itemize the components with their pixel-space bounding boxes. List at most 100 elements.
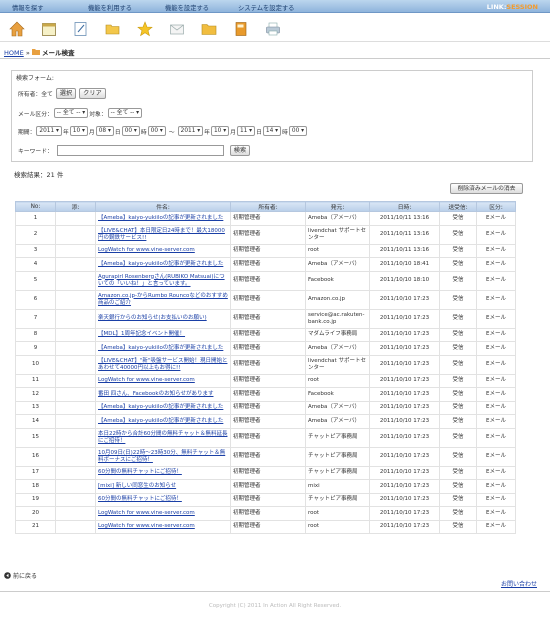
breadcrumb-home-link[interactable]: HOME	[4, 49, 24, 57]
table-row[interactable]: 11 LogWatch for www.vine-server.com 初期管理者 r…	[15, 373, 516, 388]
table-row[interactable]: 19 60分間の無料チャットにご招待！ 初期管理者 チャットピア事務局 2011/10/…	[15, 492, 516, 507]
table-row[interactable]: 7 楽天銀行からのお知らせ(お支払いのお願い) 初期管理者 service@ac.ra…	[15, 308, 516, 329]
cell-category: Eメール	[476, 270, 516, 291]
table-row[interactable]: 14 【Ameba】kaiyo-yukiiloの記事が更新されました 初期管理者 Am…	[15, 414, 516, 429]
table-row[interactable]: 17 60分間の無料チャットにご招待！ 初期管理者 チャットピア事務局 2011/10/…	[15, 465, 516, 480]
page-title: メール検査	[41, 49, 75, 57]
cell-owner: 初期管理者	[230, 341, 306, 356]
subject-link[interactable]: 60分間の無料チャットにご招待！	[98, 496, 182, 502]
subject-link[interactable]: Amazon.co.jp-からRumbo Rouncoなどのおすすめ商品のご紹介	[98, 293, 228, 306]
cell-no: 4	[15, 257, 56, 272]
nav-set-features[interactable]: 機能を設定する	[165, 3, 209, 12]
to-month-select[interactable]: 10 ▾	[210, 126, 230, 136]
subject-link[interactable]: 楽天銀行からのお知らせ(お支払いのお願い)	[98, 315, 207, 321]
nav-search-info[interactable]: 情報を探す	[12, 3, 43, 12]
keyword-input[interactable]	[56, 145, 224, 156]
header-datetime[interactable]: 日時:	[369, 201, 440, 212]
book-icon[interactable]	[233, 21, 249, 37]
unit-day: 日	[256, 129, 262, 136]
subject-link[interactable]: 60分間の無料チャットにご招待！	[98, 469, 182, 475]
subject-link[interactable]: 【LIVE&CHAT】本日限定日24時まで！最大18000円の鋼鉄サービス!!	[98, 228, 225, 241]
home-icon[interactable]	[9, 21, 25, 37]
subject-link[interactable]: 本日22時から合計60分間の無料チャット＆無料延長にご招待！	[98, 431, 227, 444]
mail-type-select[interactable]: -- 全て -- ▾	[53, 108, 89, 118]
owner-clear-button[interactable]: クリア	[79, 88, 106, 99]
subject-link[interactable]: 【Ameba】kaiyo-yukiiloの記事が更新されました	[98, 345, 223, 351]
cell-sender: マダムライフ事務局	[305, 327, 370, 342]
header-attachment[interactable]: 添:	[55, 201, 96, 212]
subject-link[interactable]: 【LIVE&CHAT】"新"吸盤サービス開始！現日開始とあわせて40000円以上…	[98, 358, 227, 371]
subject-link[interactable]: Agurapirl Rosenbergさん(RUBIKO Matsuai)につい…	[98, 274, 225, 287]
folder-open-icon[interactable]	[105, 21, 121, 37]
subject-link[interactable]: LogWatch for www.vine-server.com	[98, 247, 195, 253]
subject-link[interactable]: 【Ameba】kaiyo-yukiiloの記事が更新されました	[98, 261, 223, 267]
cell-category: Eメール	[476, 373, 516, 388]
table-row[interactable]: 3 LogWatch for www.vine-server.com 初期管理者 ro…	[15, 243, 516, 258]
header-sender[interactable]: 発元:	[305, 201, 370, 212]
star-icon[interactable]	[137, 21, 153, 37]
table-row[interactable]: 10 【LIVE&CHAT】"新"吸盤サービス開始！現日開始とあわせて40000円…	[15, 354, 516, 375]
cell-attachment	[55, 354, 96, 375]
printer-icon[interactable]	[265, 21, 281, 37]
subject-link[interactable]: LogWatch for www.vine-server.com	[98, 523, 195, 529]
cell-subject: 【LIVE&CHAT】本日限定日24時まで！最大18000円の鋼鉄サービス!!	[95, 224, 231, 245]
calendar-icon[interactable]	[41, 21, 57, 37]
table-row[interactable]: 12 番田 四さん、Facebookのお知らせがあります 初期管理者 Facebook…	[15, 387, 516, 402]
header-owner[interactable]: 所有者:	[230, 201, 306, 212]
header-direction[interactable]: 送受信:	[439, 201, 477, 212]
keyword-label: キーワード：	[18, 149, 53, 155]
subject-link[interactable]: 【Ameba】kaiyo-yukiiloの記事が更新されました	[98, 215, 223, 221]
to-minute-select[interactable]: 00 ▾	[288, 126, 308, 136]
subject-link[interactable]: 【Ameba】kaiyo-yukiiloの記事が更新されました	[98, 404, 223, 410]
table-row[interactable]: 4 【Ameba】kaiyo-yukiiloの記事が更新されました 初期管理者 Ame…	[15, 257, 516, 272]
owner-select-button[interactable]: 選択	[55, 88, 77, 99]
header-subject[interactable]: 件名:	[95, 201, 231, 212]
table-row[interactable]: 8 【MDL】1周年記念イベント開催！ 初期管理者 マダムライフ事務局 2011/10/…	[15, 327, 516, 342]
search-button[interactable]: 検索	[229, 145, 251, 156]
from-year-select[interactable]: 2011 ▾	[36, 126, 62, 136]
subject-link[interactable]: [mixi] 新しい同窓生のお知らせ	[98, 483, 176, 489]
from-day-select[interactable]: 08 ▾	[95, 126, 114, 136]
table-row[interactable]: 16 10月09日(日)22時～23時30分、無料チャット＆無料ボーナスにご招待！…	[15, 446, 516, 467]
subject-link[interactable]: 【Ameba】kaiyo-yukiiloの記事が更新されました	[98, 418, 223, 424]
to-hour-select[interactable]: 14 ▾	[262, 126, 282, 136]
cell-attachment	[55, 308, 96, 329]
notepad-icon[interactable]	[73, 21, 89, 37]
to-day-select[interactable]: 11 ▾	[236, 126, 256, 136]
nav-use-features[interactable]: 機能を利用する	[88, 3, 132, 12]
table-row[interactable]: 6 Amazon.co.jp-からRumbo Rouncoなどのおすすめ商品のご紹…	[15, 289, 516, 310]
cell-direction: 受信	[439, 519, 477, 534]
table-row[interactable]: 1 【Ameba】kaiyo-yukiiloの記事が更新されました 初期管理者 Ame…	[15, 211, 516, 226]
back-link[interactable]: 前に戻る	[4, 571, 37, 580]
cell-category: Eメール	[476, 308, 516, 329]
contact-link[interactable]: お問い合わせ	[501, 579, 537, 588]
to-year-select[interactable]: 2011 ▾	[177, 126, 204, 136]
table-row[interactable]: 2 【LIVE&CHAT】本日限定日24時まで！最大18000円の鋼鉄サービス!!…	[15, 224, 516, 245]
table-row[interactable]: 20 LogWatch for www.vine-server.com 初期管理者 r…	[15, 506, 516, 521]
subject-link[interactable]: 【MDL】1周年記念イベント開催！	[98, 331, 185, 337]
target-select[interactable]: -- 全て -- ▾	[107, 108, 143, 118]
mail-icon[interactable]	[169, 21, 185, 37]
table-row[interactable]: 13 【Ameba】kaiyo-yukiiloの記事が更新されました 初期管理者 Am…	[15, 400, 516, 415]
from-hour-select[interactable]: 00 ▾	[121, 126, 140, 136]
nav-system-settings[interactable]: システムを設定する	[238, 3, 294, 12]
from-minute-select[interactable]: 00 ▾	[147, 126, 166, 136]
table-row[interactable]: 21 LogWatch for www.vine-server.com 初期管理者 r…	[15, 519, 516, 534]
header-category[interactable]: 区分:	[476, 201, 516, 212]
subject-link[interactable]: LogWatch for www.vine-server.com	[98, 510, 195, 516]
purge-deleted-button[interactable]: 削除済みメールの消去	[450, 183, 523, 194]
table-row[interactable]: 9 【Ameba】kaiyo-yukiiloの記事が更新されました 初期管理者 Ame…	[15, 341, 516, 356]
subject-link[interactable]: 10月09日(日)22時～23時30分、無料チャット＆無料ボーナスにご招待！	[98, 450, 225, 463]
subject-link[interactable]: 番田 四さん、Facebookのお知らせがあります	[98, 391, 213, 397]
folder-icon[interactable]	[201, 21, 217, 37]
from-month-select[interactable]: 10 ▾	[69, 126, 88, 136]
table-row[interactable]: 15 本日22時から合計60分間の無料チャット＆無料延長にご招待！ 初期管理者 チャッ…	[15, 427, 516, 448]
header-no[interactable]: No:	[15, 201, 56, 212]
table-row[interactable]: 5 Agurapirl Rosenbergさん(RUBIKO Matsuai)につ…	[15, 270, 516, 291]
date-label: 期間：	[18, 129, 36, 136]
cell-no: 11	[15, 373, 56, 388]
table-row[interactable]: 18 [mixi] 新しい同窓生のお知らせ 初期管理者 mixi 2011/10/10 …	[15, 479, 516, 494]
cell-datetime: 2011/10/10 17:23	[369, 373, 440, 388]
subject-link[interactable]: LogWatch for www.vine-server.com	[98, 377, 195, 383]
cell-attachment	[55, 270, 96, 291]
